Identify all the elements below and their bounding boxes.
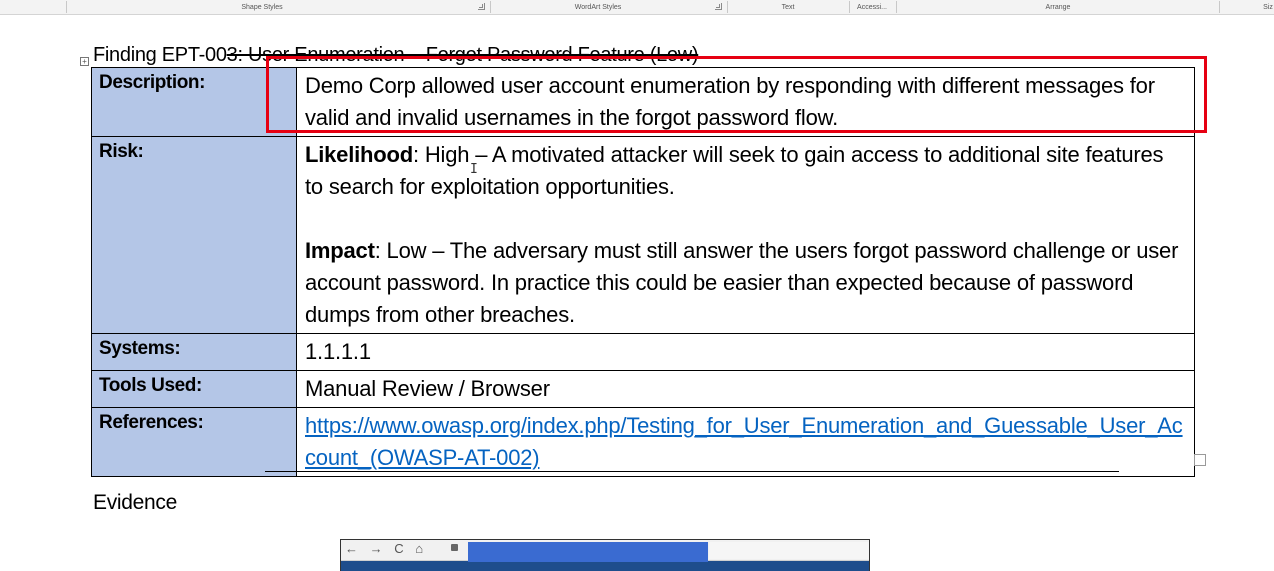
empty-paragraph bbox=[305, 203, 1186, 235]
text-cursor-ibeam-icon: I bbox=[470, 162, 478, 177]
browser-toolbar-blank bbox=[709, 542, 869, 559]
impact-label: Impact bbox=[305, 238, 375, 263]
evidence-screenshot-image[interactable]: ← → C ⌂ bbox=[340, 539, 870, 571]
ribbon-group-shape-styles: Shape Styles bbox=[241, 4, 283, 11]
redacted-url-bar bbox=[468, 542, 708, 562]
impact-text: : Low – The adversary must still answer … bbox=[305, 238, 1179, 327]
ribbon-group-text: Text bbox=[781, 4, 795, 11]
likelihood-label: Likelihood bbox=[305, 142, 414, 167]
ribbon-separator bbox=[66, 1, 67, 13]
browser-page-body bbox=[341, 561, 869, 571]
browser-nav-icons: ← → C ⌂ bbox=[345, 541, 428, 556]
ribbon-separator bbox=[490, 1, 491, 13]
risk-cell[interactable]: Likelihood: High – A motivated attacker … bbox=[296, 136, 1195, 334]
ribbon-group-labels: Shape Styles WordArt Styles Text Accessi… bbox=[0, 0, 1274, 15]
table-row-systems: Systems: 1.1.1.1 bbox=[91, 333, 1195, 371]
systems-cell[interactable]: 1.1.1.1 bbox=[296, 333, 1195, 371]
table-resize-handle-icon[interactable] bbox=[1194, 454, 1206, 466]
references-cell[interactable]: https://www.owasp.org/index.php/Testing_… bbox=[296, 407, 1195, 477]
lock-icon bbox=[451, 544, 458, 551]
ribbon-group-wordart-styles: WordArt Styles bbox=[574, 4, 622, 11]
owasp-reference-link[interactable]: https://www.owasp.org/index.php/Testing_… bbox=[305, 413, 1183, 470]
wordart-styles-dialog-launcher-icon[interactable] bbox=[715, 3, 722, 10]
impact-paragraph: Impact: Low – The adversary must still a… bbox=[305, 235, 1186, 331]
ribbon-group-arrange: Arrange bbox=[1045, 4, 1071, 11]
systems-label: Systems: bbox=[91, 333, 297, 371]
systems-value: 1.1.1.1 bbox=[305, 339, 371, 364]
risk-label: Risk: bbox=[91, 136, 297, 334]
ribbon-group-accessibility: Accessi... bbox=[857, 4, 887, 11]
evidence-heading[interactable]: Evidence bbox=[93, 491, 177, 515]
red-annotation-rectangle[interactable] bbox=[266, 56, 1207, 133]
likelihood-paragraph: Likelihood: High – A motivated attacker … bbox=[305, 139, 1186, 203]
likelihood-text: : High – A motivated attacker will seek … bbox=[305, 142, 1164, 199]
tools-value: Manual Review / Browser bbox=[305, 376, 550, 401]
ribbon-separator bbox=[1219, 1, 1220, 13]
browser-toolbar: ← → C ⌂ bbox=[341, 540, 869, 562]
table-move-handle-icon[interactable]: + bbox=[80, 57, 89, 66]
finding-title-prefix: Finding EPT-00 bbox=[93, 44, 227, 66]
ribbon-separator bbox=[849, 1, 850, 13]
horizontal-rule bbox=[265, 471, 1119, 472]
tools-label: Tools Used: bbox=[91, 370, 297, 408]
document-page[interactable]: + Finding EPT-003: User Enumeration – Fo… bbox=[0, 16, 1274, 571]
ribbon-separator bbox=[896, 1, 897, 13]
ribbon-separator bbox=[727, 1, 728, 13]
shape-styles-dialog-launcher-icon[interactable] bbox=[478, 3, 485, 10]
table-row-tools: Tools Used: Manual Review / Browser bbox=[91, 370, 1195, 408]
ribbon-group-size: Siz bbox=[1263, 4, 1273, 11]
table-row-references: References: https://www.owasp.org/index.… bbox=[91, 407, 1195, 477]
table-row-risk: Risk: Likelihood: High – A motivated att… bbox=[91, 136, 1195, 334]
references-label: References: bbox=[91, 407, 297, 477]
tools-cell[interactable]: Manual Review / Browser bbox=[296, 370, 1195, 408]
